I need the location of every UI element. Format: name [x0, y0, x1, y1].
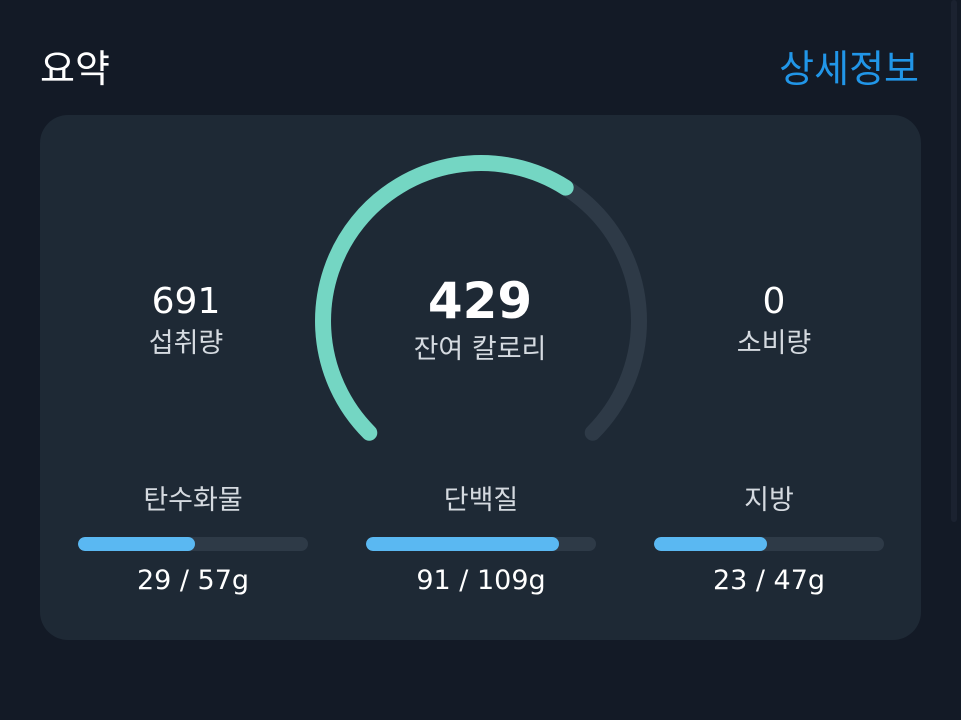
burned-label: 소비량: [736, 328, 812, 359]
macro-name: 탄수화물: [143, 485, 243, 516]
macro-amount: 23 / 47g: [712, 565, 826, 596]
macro-progress-fill: [366, 537, 560, 551]
remaining-value: 429: [427, 272, 533, 330]
macro-protein: 단백질 91 / 109g: [366, 483, 596, 599]
burned-value: 0: [762, 281, 786, 322]
remaining-stat: 429 잔여 칼로리: [360, 272, 600, 368]
intake-value: 691: [151, 281, 221, 322]
remaining-label: 잔여 칼로리: [413, 334, 547, 365]
intake-label: 섭취량: [148, 328, 224, 359]
summary-card: 691 섭취량 429 잔여 칼로리 0 소비량 탄수화물 29 / 57g 단…: [40, 115, 921, 640]
details-link[interactable]: 상세정보: [779, 44, 919, 94]
macro-name: 단백질: [443, 485, 519, 516]
macro-carbs: 탄수화물 29 / 57g: [78, 483, 308, 599]
summary-screen: 요약 상세정보 691 섭취량 429 잔여 칼로리 0 소비량 탄수화물 29…: [0, 0, 961, 720]
macro-amount: 29 / 57g: [136, 565, 250, 596]
macro-progress-bar: [654, 537, 884, 551]
burned-stat: 0 소비량: [654, 280, 894, 362]
macro-fat: 지방 23 / 47g: [654, 483, 884, 599]
macro-amount: 91 / 109g: [416, 565, 546, 596]
macro-progress-bar: [366, 537, 596, 551]
page-title: 요약: [40, 47, 110, 91]
scrollbar[interactable]: [951, 0, 957, 522]
macro-progress-fill: [78, 537, 196, 551]
macro-name: 지방: [744, 485, 794, 516]
macro-progress-bar: [78, 537, 308, 551]
macro-progress-fill: [654, 537, 767, 551]
intake-stat: 691 섭취량: [66, 280, 306, 362]
